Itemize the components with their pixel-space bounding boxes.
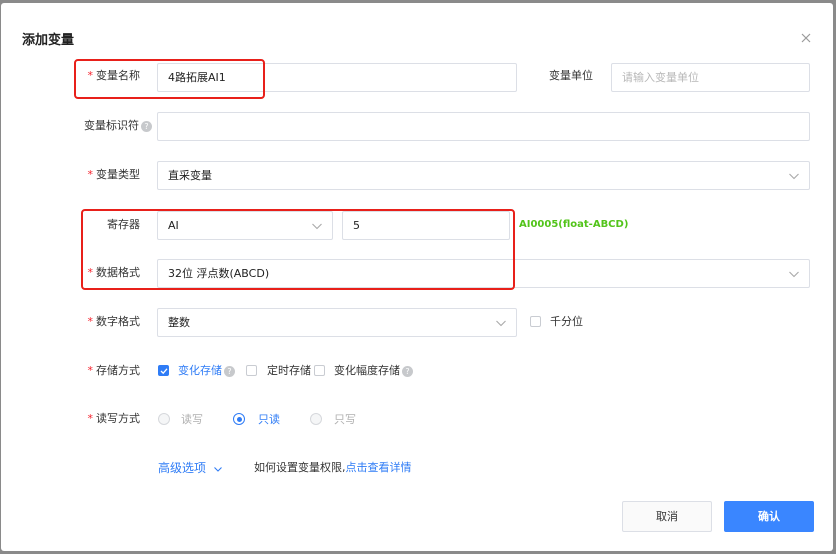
rw-readwrite-radio[interactable]	[158, 413, 170, 425]
rw-readonly-label: 只读	[258, 413, 280, 426]
chevron-down-icon	[789, 173, 799, 180]
help-icon[interactable]: ?	[224, 365, 235, 377]
permission-details-link[interactable]: 点击查看详情	[346, 461, 412, 474]
storage-timed-checkbox[interactable]	[246, 365, 257, 376]
storage-timed-label: 定时存储	[267, 364, 311, 377]
rw-readonly-radio[interactable]	[233, 413, 245, 425]
rw-writeonly-radio[interactable]	[310, 413, 322, 425]
chevron-down-icon	[496, 320, 506, 327]
thousands-label: 千分位	[550, 315, 583, 328]
number-format-label: * 数字格式	[87, 315, 141, 328]
register-hint: AI0005(float-ABCD)	[519, 219, 629, 230]
permission-tip: 如何设置变量权限,点击查看详情	[254, 461, 412, 474]
highlight-box-register-format	[81, 209, 515, 290]
var-id-label: 变量标识符?	[62, 119, 152, 133]
chevron-down-icon	[789, 271, 799, 278]
storage-delta-checkbox[interactable]	[314, 365, 325, 376]
dialog-title: 添加变量	[22, 33, 75, 48]
add-variable-dialog: 添加变量 * 变量名称 4路拓展AI1 变量单位 请输入变量单位 变量标识符? *…	[1, 3, 833, 551]
number-format-select[interactable]: 整数	[157, 308, 517, 337]
close-icon[interactable]	[798, 30, 814, 46]
help-icon[interactable]: ?	[402, 365, 413, 377]
rw-writeonly-label: 只写	[334, 413, 356, 426]
confirm-button[interactable]: 确认	[724, 501, 814, 532]
rw-readwrite-label: 读写	[181, 413, 203, 426]
var-unit-label: 变量单位	[549, 69, 593, 82]
highlight-box-var-name	[74, 59, 265, 99]
rw-label: * 读写方式	[87, 412, 141, 425]
storage-change-label: 变化存储?	[178, 364, 235, 378]
help-icon[interactable]: ?	[141, 120, 152, 132]
var-id-input[interactable]	[157, 112, 810, 141]
storage-label: * 存储方式	[87, 364, 141, 377]
advanced-options-toggle[interactable]: 高级选项	[158, 461, 223, 475]
thousands-checkbox[interactable]	[530, 316, 541, 327]
var-type-select[interactable]: 直采变量	[157, 161, 810, 190]
var-unit-input[interactable]: 请输入变量单位	[611, 63, 810, 92]
check-icon	[160, 368, 168, 375]
storage-change-checkbox[interactable]	[158, 365, 169, 376]
var-type-label: * 变量类型	[87, 168, 141, 181]
cancel-button[interactable]: 取消	[622, 501, 712, 532]
storage-delta-label: 变化幅度存储?	[334, 364, 413, 378]
chevron-down-icon	[213, 466, 222, 472]
